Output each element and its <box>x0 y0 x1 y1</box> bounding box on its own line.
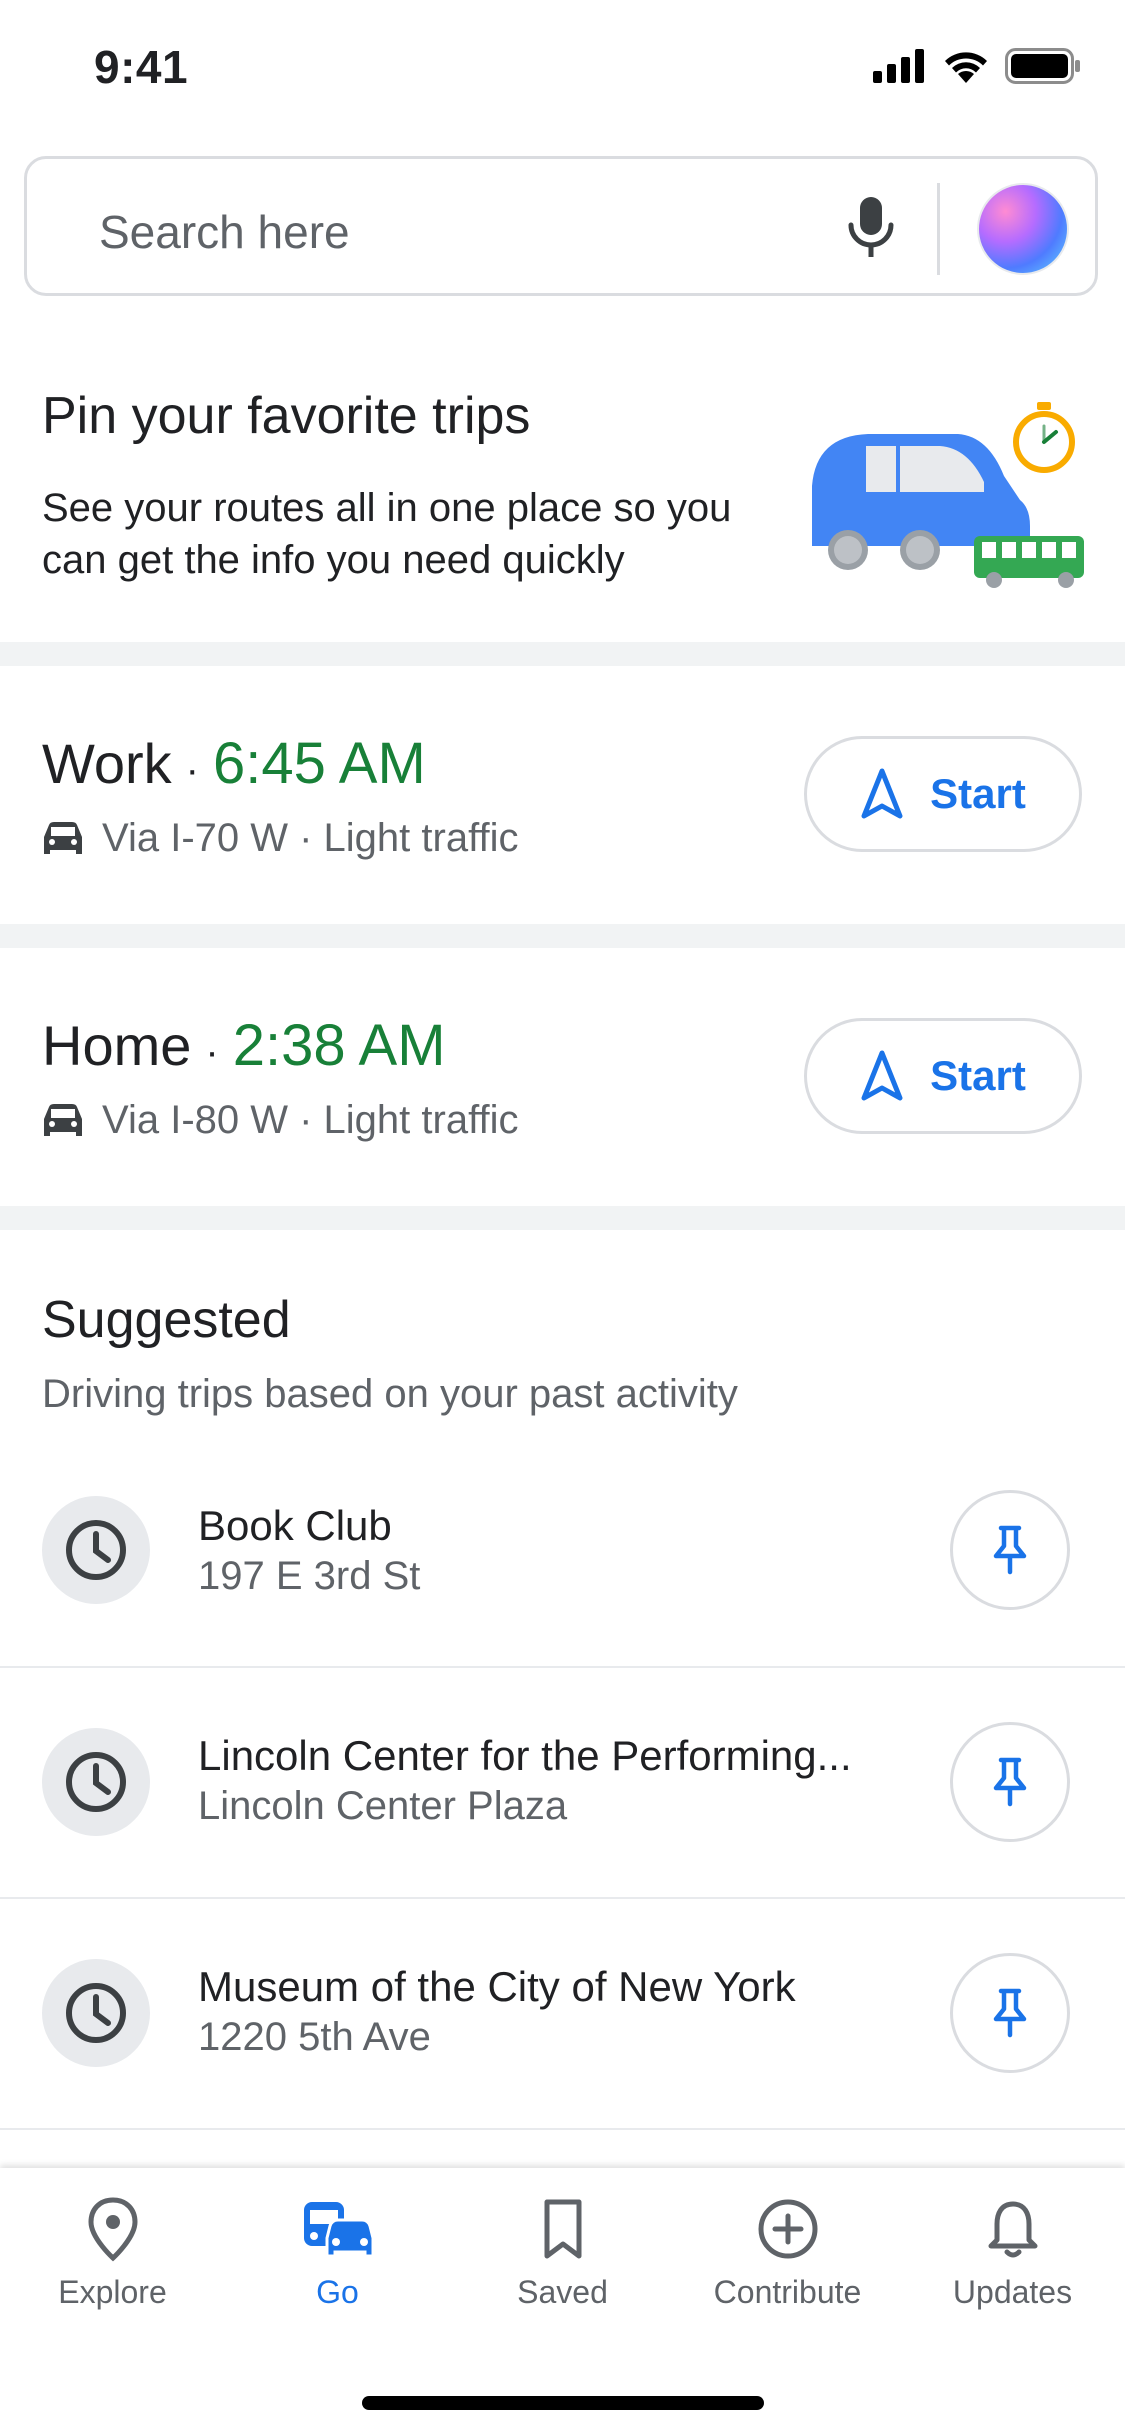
avatar[interactable] <box>977 183 1069 275</box>
microphone-icon[interactable] <box>843 197 899 259</box>
search-bar[interactable]: Search here <box>24 156 1098 296</box>
trip-route: Via I-80 W · Light traffic <box>42 1098 518 1143</box>
trip-separator: · <box>185 748 199 792</box>
battery-icon <box>1005 48 1080 84</box>
trip-name: Work <box>42 732 172 795</box>
suggested-item-address: Lincoln Center Plaza <box>198 1784 568 1828</box>
car-icon <box>44 821 82 854</box>
promo-title: Pin your favorite trips <box>42 387 531 445</box>
commute-icon <box>303 2202 374 2258</box>
car-icon <box>44 1103 82 1136</box>
clock-icon <box>66 1983 126 2043</box>
trip-separator: · <box>205 1030 219 1074</box>
row-divider <box>0 2128 1125 2130</box>
suggested-item-name: Lincoln Center for the Performing... <box>198 1732 852 1779</box>
pin-button[interactable] <box>950 1490 1070 1610</box>
pin-icon <box>993 1525 1027 1575</box>
history-icon-container <box>42 1728 150 1836</box>
navigation-arrow-icon <box>861 768 903 819</box>
suggested-title: Suggested <box>42 1291 291 1349</box>
nav-tab-go[interactable]: Go <box>225 2196 450 2311</box>
pin-icon <box>993 1988 1027 2038</box>
start-button-label: Start <box>930 770 1026 817</box>
location-pin-icon <box>87 2197 138 2262</box>
nav-tab-saved[interactable]: Saved <box>450 2196 675 2311</box>
suggested-item[interactable]: Museum of the City of New York 1220 5th … <box>0 1899 1125 2129</box>
trip-time: 2:38 AM <box>232 1013 446 1078</box>
status-icons <box>873 48 1081 84</box>
search-input[interactable]: Search here <box>99 205 350 259</box>
suggested-item-address: 197 E 3rd St <box>198 1554 421 1598</box>
start-button-label: Start <box>930 1052 1026 1099</box>
wifi-icon <box>945 52 987 83</box>
search-divider <box>937 183 940 275</box>
nav-label: Updates <box>952 2274 1073 2310</box>
clock-icon <box>66 1520 126 1580</box>
nav-label: Explore <box>58 2274 167 2310</box>
status-time: 9:41 <box>94 41 189 93</box>
trip-route-text: Via I-70 W · Light traffic <box>102 816 519 860</box>
pin-icon <box>993 1757 1027 1807</box>
trip-card-work[interactable]: Work · 6:45 AM Via I-70 W · Light traffi… <box>0 666 1125 924</box>
promo-body: See your routes all in one place so you … <box>42 486 732 582</box>
section-divider <box>0 642 1125 666</box>
history-icon-container <box>42 1959 150 2067</box>
history-icon-container <box>42 1496 150 1604</box>
trip-title: Work · 6:45 AM <box>42 730 426 797</box>
suggested-item[interactable]: Book Club 197 E 3rd St <box>0 1436 1125 1666</box>
trip-card-home[interactable]: Home · 2:38 AM Via I-80 W · Light traffi… <box>0 948 1125 1206</box>
pin-button[interactable] <box>950 1953 1070 2073</box>
clock-icon <box>66 1752 126 1812</box>
nav-label: Saved <box>517 2274 608 2310</box>
bookmark-icon <box>544 2199 581 2259</box>
section-divider <box>0 1206 1125 1230</box>
home-indicator <box>362 2396 764 2410</box>
suggested-item-name: Museum of the City of New York <box>198 1963 796 2010</box>
suggested-item-address: 1220 5th Ave <box>198 2015 431 2059</box>
suggested-subtitle: Driving trips based on your past activit… <box>42 1372 738 1416</box>
car-bus-illustration-icon <box>812 402 1084 588</box>
trip-title: Home · 2:38 AM <box>42 1012 446 1079</box>
section-divider <box>0 924 1125 948</box>
bell-icon <box>988 2201 1037 2258</box>
suggested-item-name: Book Club <box>198 1502 392 1549</box>
trip-route: Via I-70 W · Light traffic <box>42 816 518 861</box>
nav-tab-contribute[interactable]: Contribute <box>675 2196 900 2311</box>
start-button[interactable]: Start <box>804 1018 1082 1134</box>
pin-button[interactable] <box>950 1722 1070 1842</box>
nav-tab-explore[interactable]: Explore <box>0 2196 225 2311</box>
trip-route-text: Via I-80 W · Light traffic <box>102 1098 519 1142</box>
start-button[interactable]: Start <box>804 736 1082 852</box>
nav-label: Contribute <box>713 2274 862 2310</box>
navigation-arrow-icon <box>861 1050 903 1101</box>
trip-time: 6:45 AM <box>212 731 426 796</box>
nav-tab-updates[interactable]: Updates <box>900 2196 1125 2311</box>
add-circle-icon <box>758 2199 817 2259</box>
nav-label: Go <box>316 2274 359 2310</box>
cellular-signal-icon <box>873 49 924 83</box>
suggested-item[interactable]: Lincoln Center for the Performing... Lin… <box>0 1668 1125 1898</box>
trip-name: Home <box>42 1014 192 1077</box>
